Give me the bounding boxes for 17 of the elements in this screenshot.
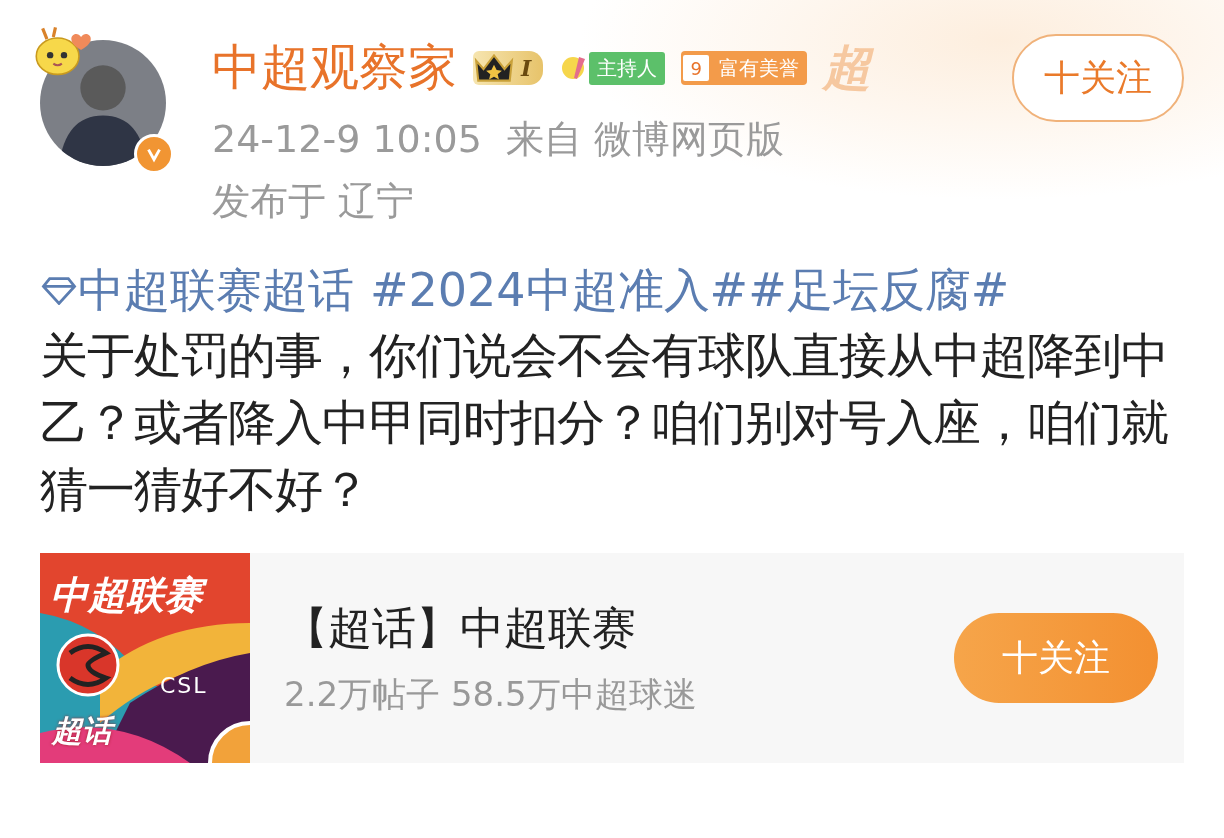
topic-stats: 2.2万帖子 58.5万中超球迷 [284,672,698,716]
diamond-icon [40,277,78,305]
topic-link[interactable]: 中超联赛超话 [78,260,354,322]
hashtag-link[interactable]: #足坛反腐# [748,260,1010,322]
level-badge: I [473,51,544,85]
post-location: 发布于 辽宁 [212,178,416,225]
decoration-text: 超 [823,38,872,97]
post-text: 关于处罚的事，你们说会不会有球队直接从中超降到中乙？或者降入中甲同时扣分？咱们别对号入座，咱们就猜一猜好不好？ [40,326,1169,519]
topic-follow-button[interactable]: 十关注 [954,613,1158,703]
hashtag-link[interactable]: #2024中超准入# [370,260,749,322]
author-name[interactable]: 中超观察家 [212,35,457,101]
logo-title-text: 中超联赛 [50,573,210,619]
post-time-source: 24-12-9 10:05 来自 微博网页版 [212,116,786,163]
topic-title: 【超话】中超联赛 [284,600,637,655]
logo-csl-text: CSL [160,673,208,698]
honor-badge: 9 富有美誉 [681,51,808,85]
follow-button[interactable]: 十关注 [1012,34,1184,122]
